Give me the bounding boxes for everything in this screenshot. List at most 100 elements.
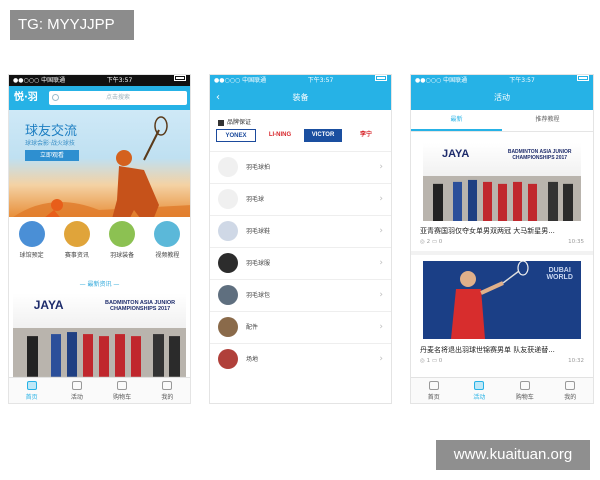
court-icon [218,349,238,369]
shirt-icon [218,253,238,273]
divider [411,251,593,255]
shuttlecock-icon [109,221,136,247]
comments-icon: ▭ [431,239,439,245]
profile-icon [162,381,173,390]
phone-home-screen: ●●○○○ 中国联通 下午3:57 悦·羽 点击搜索 球友交流 球球会影·战火球… [8,74,191,404]
photo-event-text: BADMINTON ASIA JUNIOR CHAMPIONSHIPS 2017 [507,149,572,162]
tab-label: 我的 [161,394,174,401]
player-figure [451,261,529,339]
brand-lining-cn[interactable]: 李宁 [347,129,385,142]
home-icon [26,381,37,390]
chevron-right-icon: › [379,290,383,300]
watermark-tag: TG: MYYJJPP [10,10,134,40]
news-photo-podium[interactable]: JAYA BADMINTON ASIA JUNIOR CHAMPIONSHIPS … [13,293,186,377]
category-gear[interactable]: 羽球装备 [100,221,145,271]
chevron-right-icon: › [379,162,383,172]
time-text: 下午3:57 [509,77,535,84]
shoe-icon [218,221,238,241]
news-title[interactable]: 丹麦名将退出羽球世锦赛男单 队友获递替... [420,345,555,355]
comments-count: 0 [438,239,443,245]
list-item-accessories[interactable]: 配件 › [210,311,391,343]
tab-profile[interactable]: 我的 [145,378,190,403]
activity-icon [71,381,82,390]
list-item-label: 场地 [246,356,259,363]
cart-icon [117,381,128,390]
search-input[interactable]: 点击搜索 [49,91,187,105]
activity-icon [474,381,485,390]
news-time: 10:32 [568,358,584,364]
chevron-right-icon: › [379,258,383,268]
news-photo-player[interactable]: DUBAI WORLD [423,261,581,339]
category-label: 球馆预定 [19,252,44,259]
brand-lining[interactable]: LI-NING [261,129,299,142]
activity-header: 活动 [411,86,593,110]
phone-gear-screen: ●●○○○ 中国联通 下午3:57 ‹ 装备 品牌保证 YONEX LI-NIN… [209,74,392,404]
gear-category-list: 羽毛球拍 › 羽毛球 › 羽毛球鞋 › 羽毛球服 › 羽毛球包 › 配件 › 场地 › [210,151,391,375]
home-header: 悦·羽 点击搜索 [9,86,190,110]
banner-subtitle: 球球会影·战火球技 [25,140,75,147]
tab-tutorials[interactable]: 推荐教程 [502,110,593,131]
carrier-text: ●●○○○ 中国联通 [415,77,468,84]
list-item-label: 羽毛球 [246,196,265,203]
category-grid: 球馆预定 赛事资讯 羽球装备 视频教程 [9,221,190,271]
list-item-shoes[interactable]: 羽毛球鞋 › [210,215,391,247]
category-events[interactable]: 赛事资讯 [54,221,99,271]
list-item-rackets[interactable]: 羽毛球拍 › [210,151,391,183]
comments-icon: ▭ [431,358,439,364]
home-icon [428,381,439,390]
list-item-court[interactable]: 场地 › [210,343,391,375]
carrier-text: ●●○○○ 中国联通 [13,77,66,84]
accessory-icon [218,317,238,337]
tab-activity[interactable]: 活动 [54,378,99,403]
time-text: 下午3:57 [106,77,133,84]
battery-icon [374,75,387,81]
chevron-right-icon: › [379,226,383,236]
tab-home[interactable]: 首页 [9,378,54,403]
list-item-label: 配件 [246,324,259,331]
hero-banner[interactable]: 球友交流 球球会影·战火球技 立即观看 [9,110,190,217]
news-title[interactable]: 亚青赛国羽仅夺女单男双两冠 大马新星男... [420,226,555,236]
latest-news-heading: — 最新资讯 — [79,281,120,288]
tab-activity[interactable]: 活动 [457,378,503,403]
category-videos[interactable]: 视频教程 [145,221,190,271]
status-bar: ●●○○○ 中国联通 下午3:57 [210,75,391,86]
tab-cart[interactable]: 购物车 [100,378,145,403]
tab-latest[interactable]: 最新 [411,110,502,131]
list-item-label: 羽毛球服 [246,260,271,267]
tab-label: 首页 [25,394,38,401]
list-item-label: 羽毛球鞋 [246,228,271,235]
list-item-label: 羽毛球拍 [246,164,271,171]
chevron-right-icon: › [379,354,383,364]
watch-now-button[interactable]: 立即观看 [25,150,79,161]
brand-icon [218,119,224,126]
category-label: 羽球装备 [110,252,135,259]
tab-profile[interactable]: 我的 [548,378,594,403]
time-text: 下午3:57 [307,77,334,84]
phone-activity-screen: ●●○○○ 中国联通 下午3:57 活动 最新 推荐教程 JAYA BADMIN… [410,74,594,404]
watermark-site: www.kuaituan.org [436,440,590,470]
category-court-booking[interactable]: 球馆预定 [9,221,54,271]
list-item-shuttles[interactable]: 羽毛球 › [210,183,391,215]
athletes-figure [13,328,186,377]
news-photo-podium[interactable]: JAYA BADMINTON ASIA JUNIOR CHAMPIONSHIPS… [423,143,581,221]
tab-label: 我的 [564,394,577,401]
brand-yonex[interactable]: YONEX [216,129,256,142]
category-label: 视频教程 [155,252,180,259]
list-item-bags[interactable]: 羽毛球包 › [210,279,391,311]
category-label: 赛事资讯 [64,252,89,259]
views-count: 1 [426,358,431,364]
trophy-icon [63,221,90,247]
list-item-apparel[interactable]: 羽毛球服 › [210,247,391,279]
tab-label: 活动 [473,394,486,401]
shuttlecock-icon [218,189,238,209]
page-title: 活动 [494,93,510,102]
photo-event-text: BADMINTON ASIA JUNIOR CHAMPIONSHIPS 2017 [105,299,176,312]
news-time: 10:35 [568,239,584,245]
news-meta: ◎ 2 ▭ 0 10:35 [420,239,584,245]
tab-home[interactable]: 首页 [411,378,457,403]
photo-brand-text: JAYA [441,147,470,160]
tab-cart[interactable]: 购物车 [502,378,548,403]
banner-title: 球友交流 [25,124,78,139]
activity-tabs: 最新 推荐教程 [411,110,593,132]
brand-victor[interactable]: VICTOR [304,129,342,142]
